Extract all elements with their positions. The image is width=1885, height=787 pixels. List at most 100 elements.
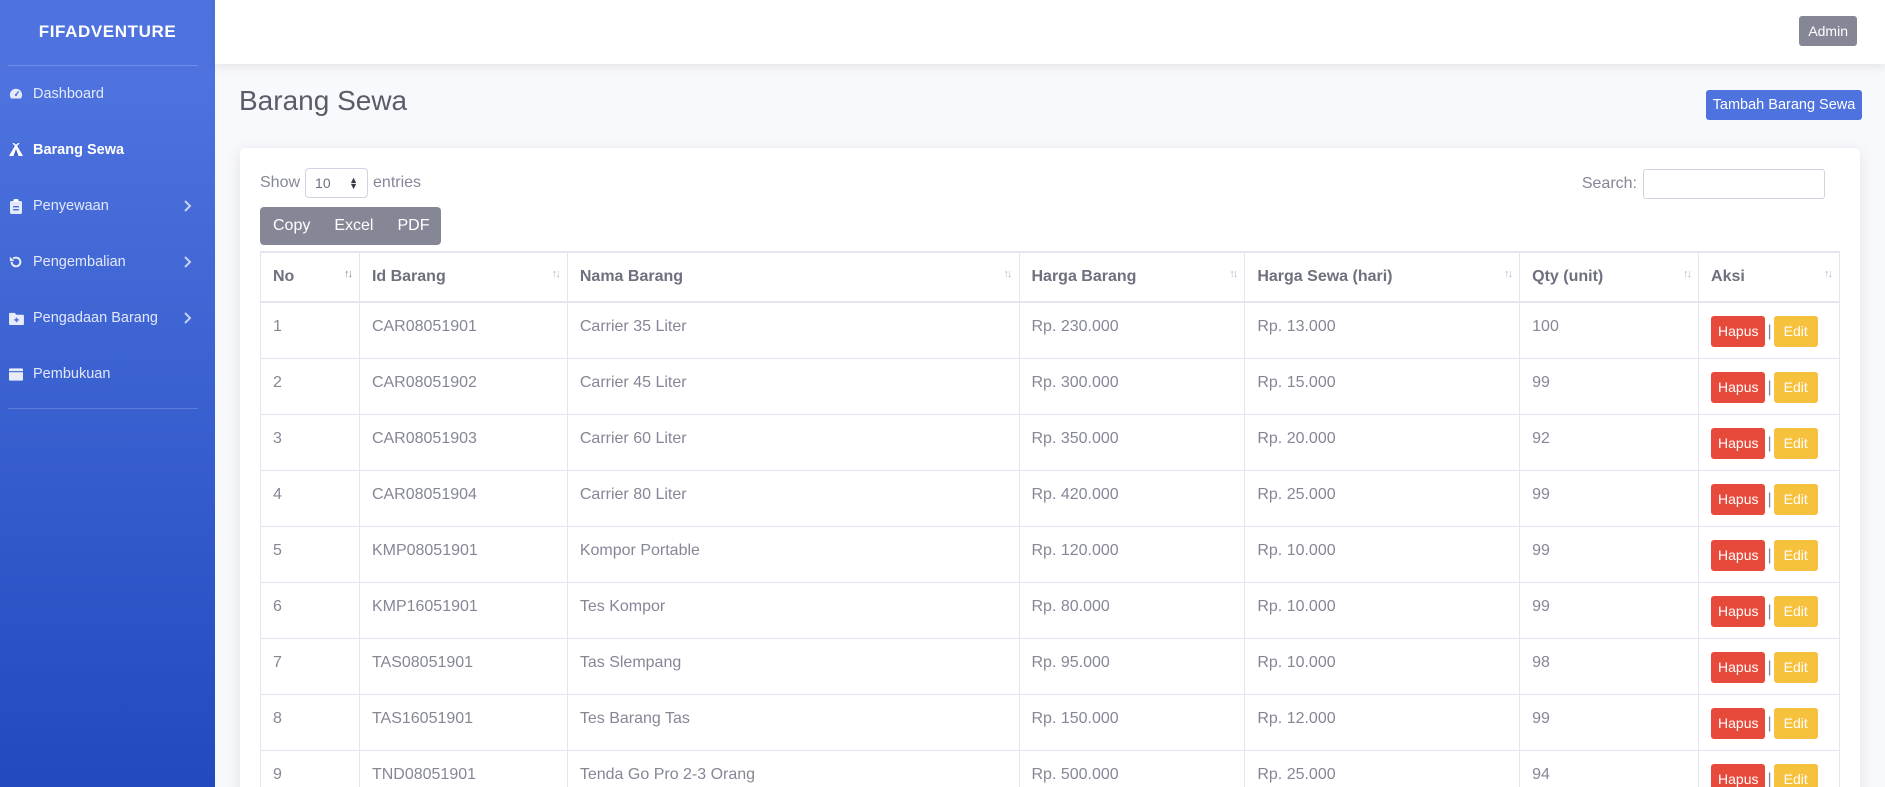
delete-button[interactable]: Hapus [1711,763,1766,787]
cell-nama-barang: Carrier 80 Liter [566,469,1020,527]
brand-logo[interactable]: FIFADVENTURE [0,0,215,64]
header-label: Qty (unit) [1532,268,1604,285]
cell-no: 9 [260,749,360,787]
admin-user-button[interactable]: Admin [1799,16,1857,46]
cell-qty: 99 [1519,357,1700,415]
cell-harga-barang: Rp. 120.000 [1018,525,1246,583]
table-row: 1 CAR08051901 Carrier 35 Liter Rp. 230.000 R… [260,301,1840,359]
cell-nama-barang: Carrier 35 Liter [566,301,1020,359]
clipboard-icon [8,198,24,214]
cell-harga-sewa: Rp. 13.000 [1244,301,1521,359]
cell-id-barang: CAR08051903 [358,413,568,471]
delete-button[interactable]: Hapus [1711,707,1766,739]
edit-button[interactable]: Edit [1773,651,1818,683]
sort-icon: ↑↓ [1824,268,1833,280]
sort-icon: ↑↓ [1504,268,1513,280]
delete-button[interactable]: Hapus [1711,427,1766,459]
cell-no: 4 [260,469,360,527]
cell-harga-barang: Rp. 150.000 [1018,693,1246,751]
table-row: 8 TAS16051901 Tes Barang Tas Rp. 150.000 Rp.… [260,693,1840,751]
chevron-right-icon [184,312,192,324]
edit-button[interactable]: Edit [1773,483,1818,515]
export-button-group: Copy Excel PDF [260,207,442,245]
delete-button[interactable]: Hapus [1711,316,1766,347]
delete-button[interactable]: Hapus [1711,483,1766,515]
delete-button[interactable]: Hapus [1711,651,1766,683]
cell-harga-barang: Rp. 300.000 [1018,357,1246,415]
data-table-card: Show 10 ▲ ▼ entries Search: Copy Excel PD… [240,148,1860,787]
sort-icon: ↑↓ [1003,268,1013,280]
sidebar-item-label: Dashboard [33,86,104,102]
cell-nama-barang: Carrier 45 Liter [566,357,1020,415]
sort-icon: ↑↓ [1683,268,1692,280]
cell-aksi: Hapus | Edit [1698,525,1840,583]
col-header-id-barang[interactable]: Id Barang ↑↓ [358,251,568,303]
cell-id-barang: CAR08051901 [358,301,568,359]
cell-harga-sewa: Rp. 25.000 [1244,469,1521,527]
excel-button[interactable]: Excel [322,207,385,245]
sidebar-item-pengembalian[interactable]: Pengembalian [0,234,215,290]
copy-button[interactable]: Copy [260,207,322,245]
entries-select[interactable]: 10 ▲ ▼ [305,168,369,198]
items-table: No ↑↓ Id Barang ↑↓ Nama Barang ↑↓ Harga Bar… [260,251,1840,787]
search-input[interactable] [1643,169,1825,199]
cell-nama-barang: Kompor Portable [566,525,1020,583]
cell-aksi: Hapus | Edit [1698,693,1840,751]
header-label: Aksi [1711,268,1745,285]
cell-id-barang: TAS16051901 [358,693,568,751]
cell-harga-sewa: Rp. 10.000 [1244,637,1521,695]
table-row: 4 CAR08051904 Carrier 80 Liter Rp. 420.000 R… [260,469,1840,527]
col-header-aksi[interactable]: Aksi ↑↓ [1698,251,1840,303]
col-header-nama-barang[interactable]: Nama Barang ↑↓ [566,251,1020,303]
cell-harga-barang: Rp. 420.000 [1018,469,1246,527]
table-row: 6 KMP16051901 Tes Kompor Rp. 80.000 Rp. 10.0… [260,581,1840,639]
cell-qty: 98 [1519,637,1700,695]
cell-aksi: Hapus | Edit [1698,581,1840,639]
col-header-no[interactable]: No ↑↓ [260,251,360,303]
header-label: No [273,268,295,285]
cell-aksi: Hapus | Edit [1698,413,1840,471]
edit-button[interactable]: Edit [1773,707,1818,739]
delete-button[interactable]: Hapus [1711,371,1766,403]
cell-qty: 99 [1519,581,1700,639]
sidebar-item-label: Barang Sewa [33,142,125,158]
sidebar-item-dashboard[interactable]: Dashboard [0,66,215,122]
sidebar-item-barang-sewa[interactable]: Barang Sewa [0,122,215,178]
cell-no: 6 [260,581,360,639]
dashboard-icon [8,86,24,102]
cell-qty: 100 [1519,301,1700,359]
sidebar-item-pembukuan[interactable]: Pembukuan [0,346,215,402]
col-header-harga-barang[interactable]: Harga Barang ↑↓ [1018,251,1246,303]
sidebar-item-label: Penyewaan [33,198,109,214]
select-arrows-icon: ▲ ▼ [349,175,359,191]
edit-button[interactable]: Edit [1773,539,1818,571]
cell-id-barang: TND08051901 [358,749,568,787]
cell-harga-barang: Rp. 95.000 [1018,637,1246,695]
edit-button[interactable]: Edit [1773,316,1818,347]
topbar: Admin [215,0,1885,64]
sidebar-item-label: Pembukuan [33,366,111,382]
action-separator: | [1767,546,1772,564]
pdf-button[interactable]: PDF [385,207,441,245]
delete-button[interactable]: Hapus [1711,595,1766,627]
delete-button[interactable]: Hapus [1711,539,1766,571]
show-label: Show [260,174,301,191]
sidebar-item-penyewaan[interactable]: Penyewaan [0,178,215,234]
edit-button[interactable]: Edit [1773,763,1818,787]
action-separator: | [1767,434,1772,452]
cell-nama-barang: Tas Slempang [566,637,1020,695]
header-label: Nama Barang [579,268,684,285]
cell-nama-barang: Tes Barang Tas [566,693,1020,751]
col-header-qty[interactable]: Qty (unit) ↑↓ [1519,251,1700,303]
search-label: Search: [1581,175,1637,192]
col-header-harga-sewa[interactable]: Harga Sewa (hari) ↑↓ [1244,251,1521,303]
cell-qty: 99 [1519,469,1700,527]
cell-id-barang: TAS08051901 [358,637,568,695]
edit-button[interactable]: Edit [1773,595,1818,627]
header-label: Harga Barang [1031,268,1137,285]
add-item-button[interactable]: Tambah Barang Sewa [1706,90,1862,120]
edit-button[interactable]: Edit [1773,427,1818,459]
sidebar-item-pengadaan-barang[interactable]: Pengadaan Barang [0,290,215,346]
edit-button[interactable]: Edit [1773,371,1818,403]
book-icon [8,366,24,382]
